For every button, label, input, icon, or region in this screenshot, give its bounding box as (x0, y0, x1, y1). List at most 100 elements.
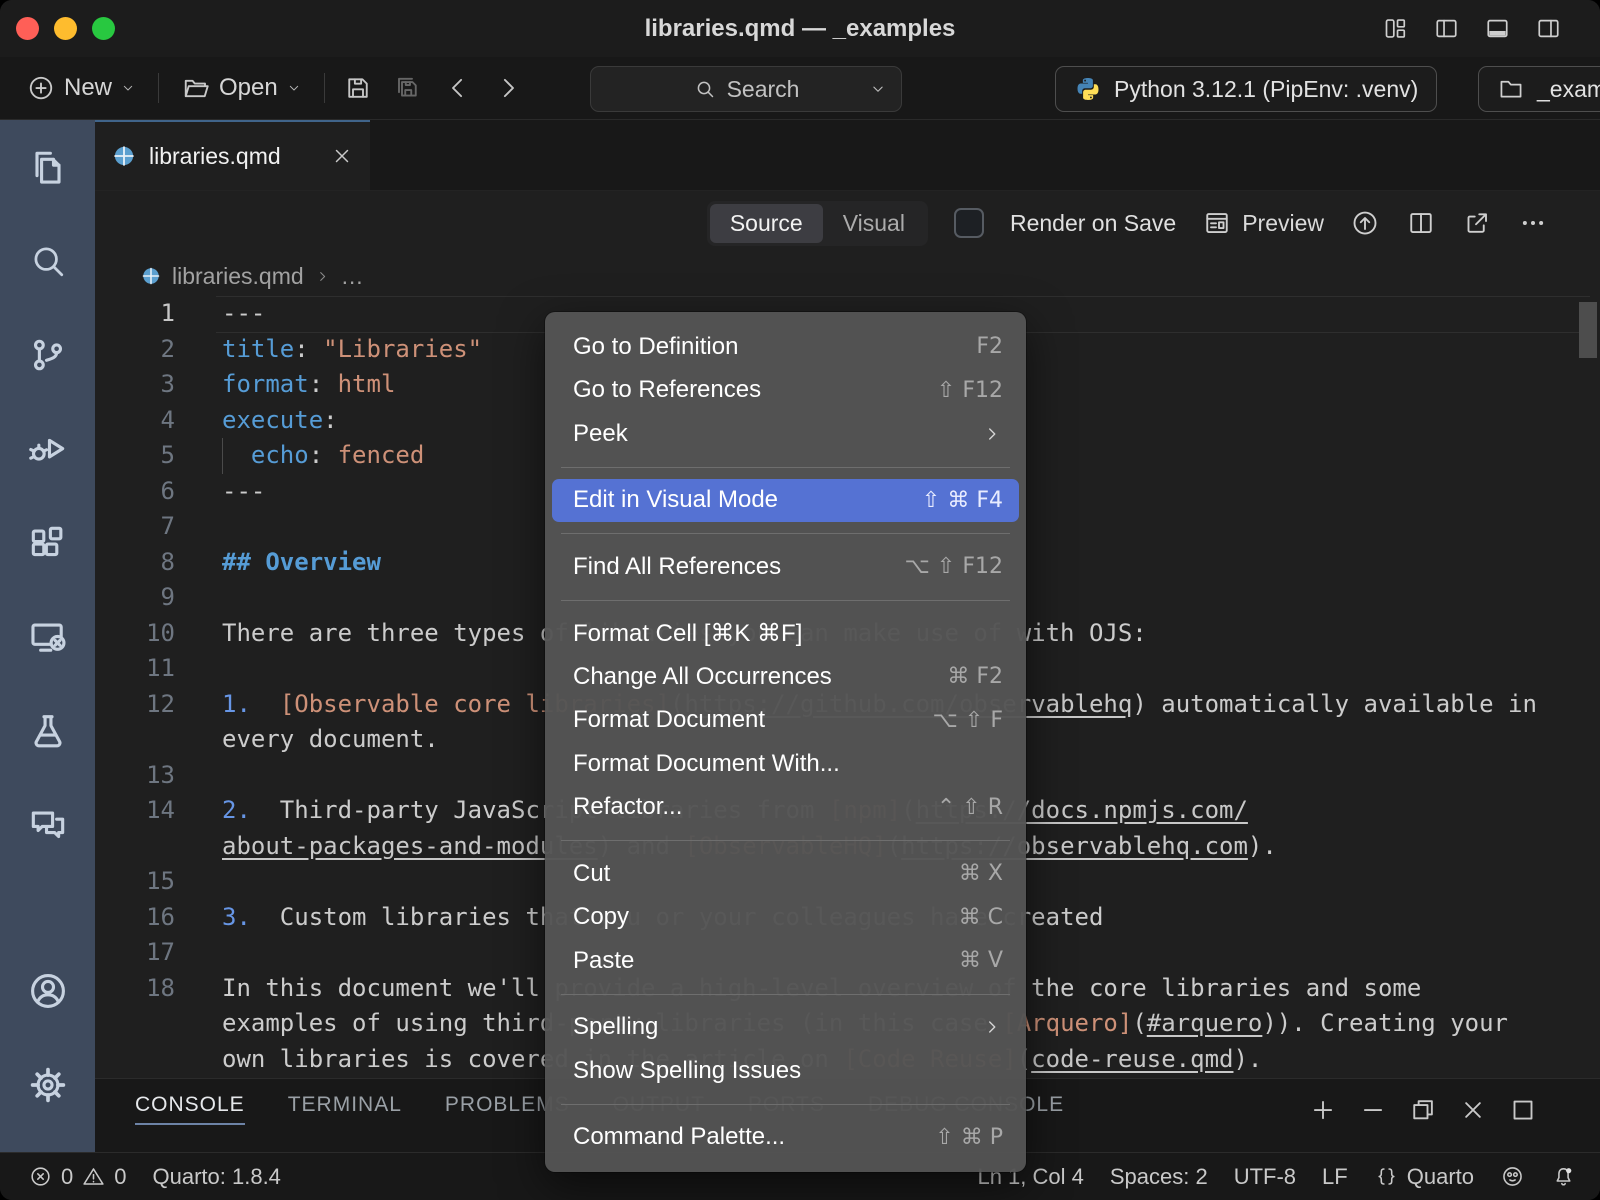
search-icon (693, 77, 717, 101)
activity-search[interactable] (0, 214, 95, 308)
layout-sidebar-right-icon[interactable] (1535, 15, 1562, 42)
line-content: --- (175, 474, 265, 510)
breadcrumb-more[interactable]: … (341, 263, 364, 290)
code-token: ( (1132, 1009, 1146, 1037)
activity-explorer[interactable] (0, 120, 95, 214)
menu-item-spelling[interactable]: Spelling (552, 1006, 1019, 1050)
line-number: 6 (95, 474, 175, 510)
restore-panel-icon[interactable] (1408, 1095, 1438, 1125)
warning-icon (81, 1164, 106, 1189)
ellipsis-icon[interactable] (1518, 208, 1548, 238)
quarto-file-icon (140, 265, 162, 287)
code-token: title (222, 335, 294, 363)
line-number: 11 (95, 651, 175, 687)
menu-item-format-document[interactable]: Format Document⌥ ⇧ F (552, 699, 1019, 743)
maximize-panel-icon[interactable] (1508, 1095, 1538, 1125)
code-token: "Libraries" (323, 335, 482, 363)
publish-icon[interactable] (1350, 208, 1380, 238)
problems-status-text: 0 (61, 1164, 73, 1190)
visual-mode-button[interactable]: Visual (823, 204, 925, 243)
menu-item-refactor[interactable]: Refactor...⌃ ⇧ R (552, 786, 1019, 830)
menu-item-change-all-occurrences[interactable]: Change All Occurrences⌘ F2 (552, 655, 1019, 699)
feedback-icon (1500, 1164, 1525, 1189)
activity-testing[interactable] (0, 684, 95, 778)
new-circle-icon (26, 73, 56, 103)
panel-tab-console[interactable]: CONSOLE (135, 1093, 245, 1131)
status-bar-right: Ln 1, Col 4Spaces: 2UTF-8LFQuarto (977, 1164, 1576, 1190)
menu-item-cut[interactable]: Cut⌘ X (552, 852, 1019, 896)
minus-icon[interactable] (1358, 1095, 1388, 1125)
close-icon[interactable] (1458, 1095, 1488, 1125)
render-on-save-checkbox[interactable] (954, 208, 984, 238)
panel-tab-terminal[interactable]: TERMINAL (288, 1093, 402, 1131)
menu-item-find-all-references[interactable]: Find All References⌥ ⇧ F12 (552, 545, 1019, 589)
activity-bar-top (0, 120, 95, 872)
activity-remote-explorer[interactable] (0, 590, 95, 684)
activity-account[interactable] (0, 944, 95, 1038)
activity-bar-bottom (0, 944, 95, 1132)
quarto-version-status[interactable]: Quarto: 1.8.4 (153, 1164, 281, 1190)
interpreter-selector-button[interactable]: Python 3.12.1 (PipEnv: .venv) (1055, 66, 1437, 112)
interpreter-label: Python 3.12.1 (PipEnv: .venv) (1114, 76, 1418, 103)
split-editor-icon[interactable] (1406, 208, 1436, 238)
problems-status[interactable]: 00 (28, 1164, 127, 1190)
new-button[interactable]: New (20, 69, 142, 107)
project-button[interactable]: _examples (1478, 66, 1600, 112)
chevron-right-icon (314, 268, 331, 285)
encoding-status[interactable]: UTF-8 (1234, 1164, 1296, 1190)
menu-item-peek[interactable]: Peek (552, 412, 1019, 456)
layout-panel-icon[interactable] (1484, 15, 1511, 42)
open-external-icon[interactable] (1462, 208, 1492, 238)
editor-scrollbar[interactable] (1579, 302, 1597, 358)
save-icon (343, 73, 373, 103)
chevron-down-icon (120, 80, 136, 96)
menu-item-label: Command Palette... (573, 1123, 935, 1151)
source-mode-button[interactable]: Source (710, 204, 823, 243)
menu-item-go-to-definition[interactable]: Go to DefinitionF2 (552, 325, 1019, 369)
menu-item-show-spelling-issues[interactable]: Show Spelling Issues (552, 1049, 1019, 1093)
menu-item-label: Find All References (573, 553, 905, 581)
menu-item-shortcut: ⌥ ⇧ F12 (905, 554, 1003, 579)
save-all-button[interactable] (391, 71, 425, 105)
menu-separator (561, 994, 1010, 995)
forward-button[interactable] (491, 71, 525, 105)
language-mode-status[interactable]: Quarto (1374, 1164, 1474, 1190)
menu-item-format-cell-k-f[interactable]: Format Cell [⌘K ⌘F] (552, 612, 1019, 656)
open-button[interactable]: Open (175, 69, 308, 107)
activity-settings-gear[interactable] (0, 1038, 95, 1132)
close-icon[interactable] (330, 144, 354, 168)
save-button[interactable] (341, 71, 375, 105)
layout-controls (1382, 0, 1562, 57)
code-token: fenced (338, 441, 425, 469)
line-content: title: "Libraries" (175, 332, 482, 368)
toolbar-left-group: New Open (20, 57, 525, 119)
menu-item-go-to-references[interactable]: Go to References⇧ F12 (552, 369, 1019, 413)
notifications-status[interactable] (1551, 1164, 1576, 1189)
line-content: execute: (175, 403, 338, 439)
feedback-status[interactable] (1500, 1164, 1525, 1189)
indentation-status[interactable]: Spaces: 2 (1110, 1164, 1208, 1190)
breadcrumb-file[interactable]: libraries.qmd (172, 263, 304, 290)
line-number: 12 (95, 687, 175, 723)
menu-item-copy[interactable]: Copy⌘ C (552, 896, 1019, 940)
layout-sidebar-icon[interactable] (1433, 15, 1460, 42)
code-token: echo (222, 441, 309, 469)
search-input[interactable]: Search (590, 66, 902, 112)
preview-button[interactable]: Preview (1202, 208, 1324, 238)
menu-item-command-palette[interactable]: Command Palette...⇧ ⌘ P (552, 1116, 1019, 1160)
eol-status[interactable]: LF (1322, 1164, 1348, 1190)
back-button[interactable] (441, 71, 475, 105)
activity-run-debug[interactable] (0, 402, 95, 496)
activity-extensions[interactable] (0, 496, 95, 590)
menu-item-label: Refactor... (573, 793, 937, 821)
editor-tab-libraries-qmd[interactable]: libraries.qmd (95, 120, 370, 190)
positron-window: libraries.qmd — _examples NewOpen Search… (0, 0, 1600, 1200)
activity-source-control[interactable] (0, 308, 95, 402)
activity-comments[interactable] (0, 778, 95, 872)
customize-layout-icon[interactable] (1382, 15, 1409, 42)
menu-item-edit-in-visual-mode[interactable]: Edit in Visual Mode⇧ ⌘ F4 (552, 479, 1019, 523)
menu-item-format-document-with[interactable]: Format Document With... (552, 742, 1019, 786)
menu-item-paste[interactable]: Paste⌘ V (552, 939, 1019, 983)
line-number: 5 (95, 438, 175, 474)
plus-icon[interactable] (1308, 1095, 1338, 1125)
